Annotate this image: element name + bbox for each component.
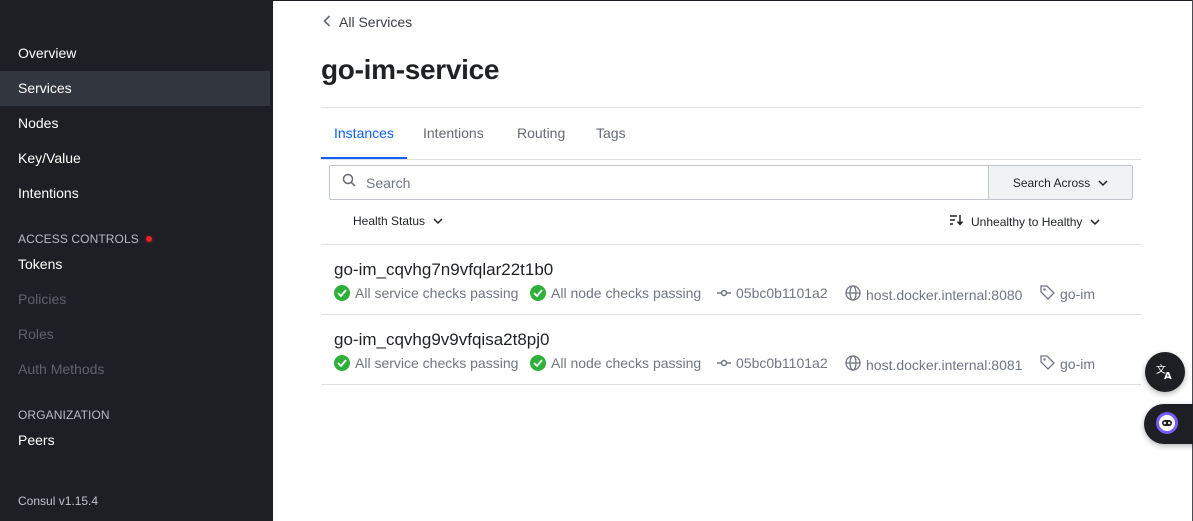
tag-label: go-im bbox=[1060, 286, 1096, 302]
sidebar-item-auth-methods: Auth Methods bbox=[18, 361, 105, 377]
health-status-label: Health Status bbox=[353, 214, 426, 228]
sidebar-item-tokens[interactable]: Tokens bbox=[0, 247, 270, 282]
tag-label: go-im bbox=[1060, 356, 1096, 372]
tabs-divider bbox=[321, 159, 1141, 160]
sort-icon bbox=[949, 214, 964, 229]
chevron-left-icon bbox=[323, 14, 331, 30]
access-controls-heading: ACCESS CONTROLS bbox=[18, 232, 154, 246]
sidebar-item-services[interactable]: Services bbox=[0, 71, 270, 106]
instance-row[interactable]: go-im_cqvhg9v9vfqisa2t8pj0 All service c… bbox=[321, 315, 1141, 385]
bot-icon bbox=[1155, 411, 1179, 438]
sidebar-item-policies: Policies bbox=[18, 291, 67, 307]
node-checks-label: All node checks passing bbox=[551, 285, 702, 301]
page-title: go-im-service bbox=[321, 54, 500, 85]
sidebar-item-overview[interactable]: Overview bbox=[0, 36, 270, 71]
tab-intentions[interactable]: Intentions bbox=[410, 108, 497, 160]
address-label: host.docker.internal:8080 bbox=[866, 286, 1023, 303]
instance-row[interactable]: go-im_cqvhg7n9vfqlar22t1b0 All service c… bbox=[321, 245, 1141, 315]
node-id-label: 05bc0b1101a2 bbox=[736, 285, 828, 301]
tag-icon bbox=[1040, 355, 1055, 373]
sidebar-item-nodes[interactable]: Nodes bbox=[0, 106, 270, 141]
node-checks-label: All node checks passing bbox=[551, 355, 702, 371]
organization-heading: ORGANIZATION bbox=[18, 408, 110, 422]
sidebar-item-roles: Roles bbox=[18, 326, 54, 342]
sidebar: Overview Services Nodes Key/Value Intent… bbox=[0, 0, 273, 521]
tag-info: go-im bbox=[1040, 355, 1095, 373]
list-divider bbox=[321, 384, 1141, 385]
sidebar-item-peers[interactable]: Peers bbox=[0, 423, 270, 458]
tag-info: go-im bbox=[1040, 285, 1095, 303]
chevron-down-icon bbox=[1090, 215, 1100, 229]
tab-tags[interactable]: Tags bbox=[583, 108, 639, 160]
chevron-down-icon bbox=[433, 214, 443, 228]
git-commit-icon bbox=[717, 355, 731, 371]
sort-label: Unhealthy to Healthy bbox=[971, 214, 1083, 229]
back-to-services-link[interactable]: All Services bbox=[323, 14, 412, 30]
svg-text:A: A bbox=[1164, 371, 1172, 380]
service-checks-label: All service checks passing bbox=[355, 285, 519, 301]
check-circle-icon bbox=[530, 285, 546, 301]
sort-dropdown[interactable]: Unhealthy to Healthy bbox=[949, 214, 1100, 229]
search-across-button[interactable]: Search Across bbox=[988, 165, 1133, 200]
alert-dot-icon bbox=[143, 234, 154, 244]
access-controls-label: ACCESS CONTROLS bbox=[18, 232, 139, 246]
tab-instances[interactable]: Instances bbox=[321, 108, 407, 160]
search-box bbox=[329, 165, 989, 200]
check-circle-icon bbox=[334, 285, 350, 301]
node-info: 05bc0b1101a2 bbox=[717, 355, 828, 371]
service-checks-label: All service checks passing bbox=[355, 355, 519, 371]
check-circle-icon bbox=[334, 355, 350, 371]
instance-name-link[interactable]: go-im_cqvhg9v9vfqisa2t8pj0 bbox=[334, 330, 549, 350]
sidebar-item-key-value[interactable]: Key/Value bbox=[0, 141, 270, 176]
translate-button[interactable]: 文A bbox=[1145, 352, 1185, 392]
check-circle-icon bbox=[530, 355, 546, 371]
tab-routing[interactable]: Routing bbox=[504, 108, 578, 160]
address-info: host.docker.internal:8081 bbox=[845, 355, 1022, 374]
service-checks-status: All service checks passing bbox=[334, 285, 518, 301]
globe-icon bbox=[845, 285, 861, 304]
version-label: Consul v1.15.4 bbox=[18, 494, 99, 508]
instance-name-link[interactable]: go-im_cqvhg7n9vfqlar22t1b0 bbox=[334, 260, 553, 280]
node-info: 05bc0b1101a2 bbox=[717, 285, 828, 301]
search-across-label: Search Across bbox=[1012, 175, 1091, 190]
health-status-filter[interactable]: Health Status bbox=[353, 214, 443, 228]
search-input[interactable] bbox=[366, 174, 926, 191]
back-link-label: All Services bbox=[339, 14, 413, 30]
search-icon bbox=[342, 173, 356, 192]
globe-icon bbox=[845, 355, 861, 374]
assistant-button[interactable] bbox=[1144, 404, 1193, 444]
tab-bar: Instances Intentions Routing Tags bbox=[321, 108, 1141, 160]
node-id-label: 05bc0b1101a2 bbox=[736, 355, 828, 371]
node-checks-status: All node checks passing bbox=[530, 285, 701, 301]
tag-icon bbox=[1040, 285, 1055, 303]
address-info: host.docker.internal:8080 bbox=[845, 285, 1022, 304]
git-commit-icon bbox=[717, 285, 731, 301]
top-border bbox=[273, 0, 1193, 1]
service-checks-status: All service checks passing bbox=[334, 355, 518, 371]
chevron-down-icon bbox=[1098, 176, 1108, 190]
node-checks-status: All node checks passing bbox=[530, 355, 701, 371]
sidebar-item-intentions[interactable]: Intentions bbox=[0, 176, 270, 211]
address-label: host.docker.internal:8081 bbox=[866, 356, 1023, 373]
translate-icon: 文A bbox=[1155, 362, 1175, 383]
